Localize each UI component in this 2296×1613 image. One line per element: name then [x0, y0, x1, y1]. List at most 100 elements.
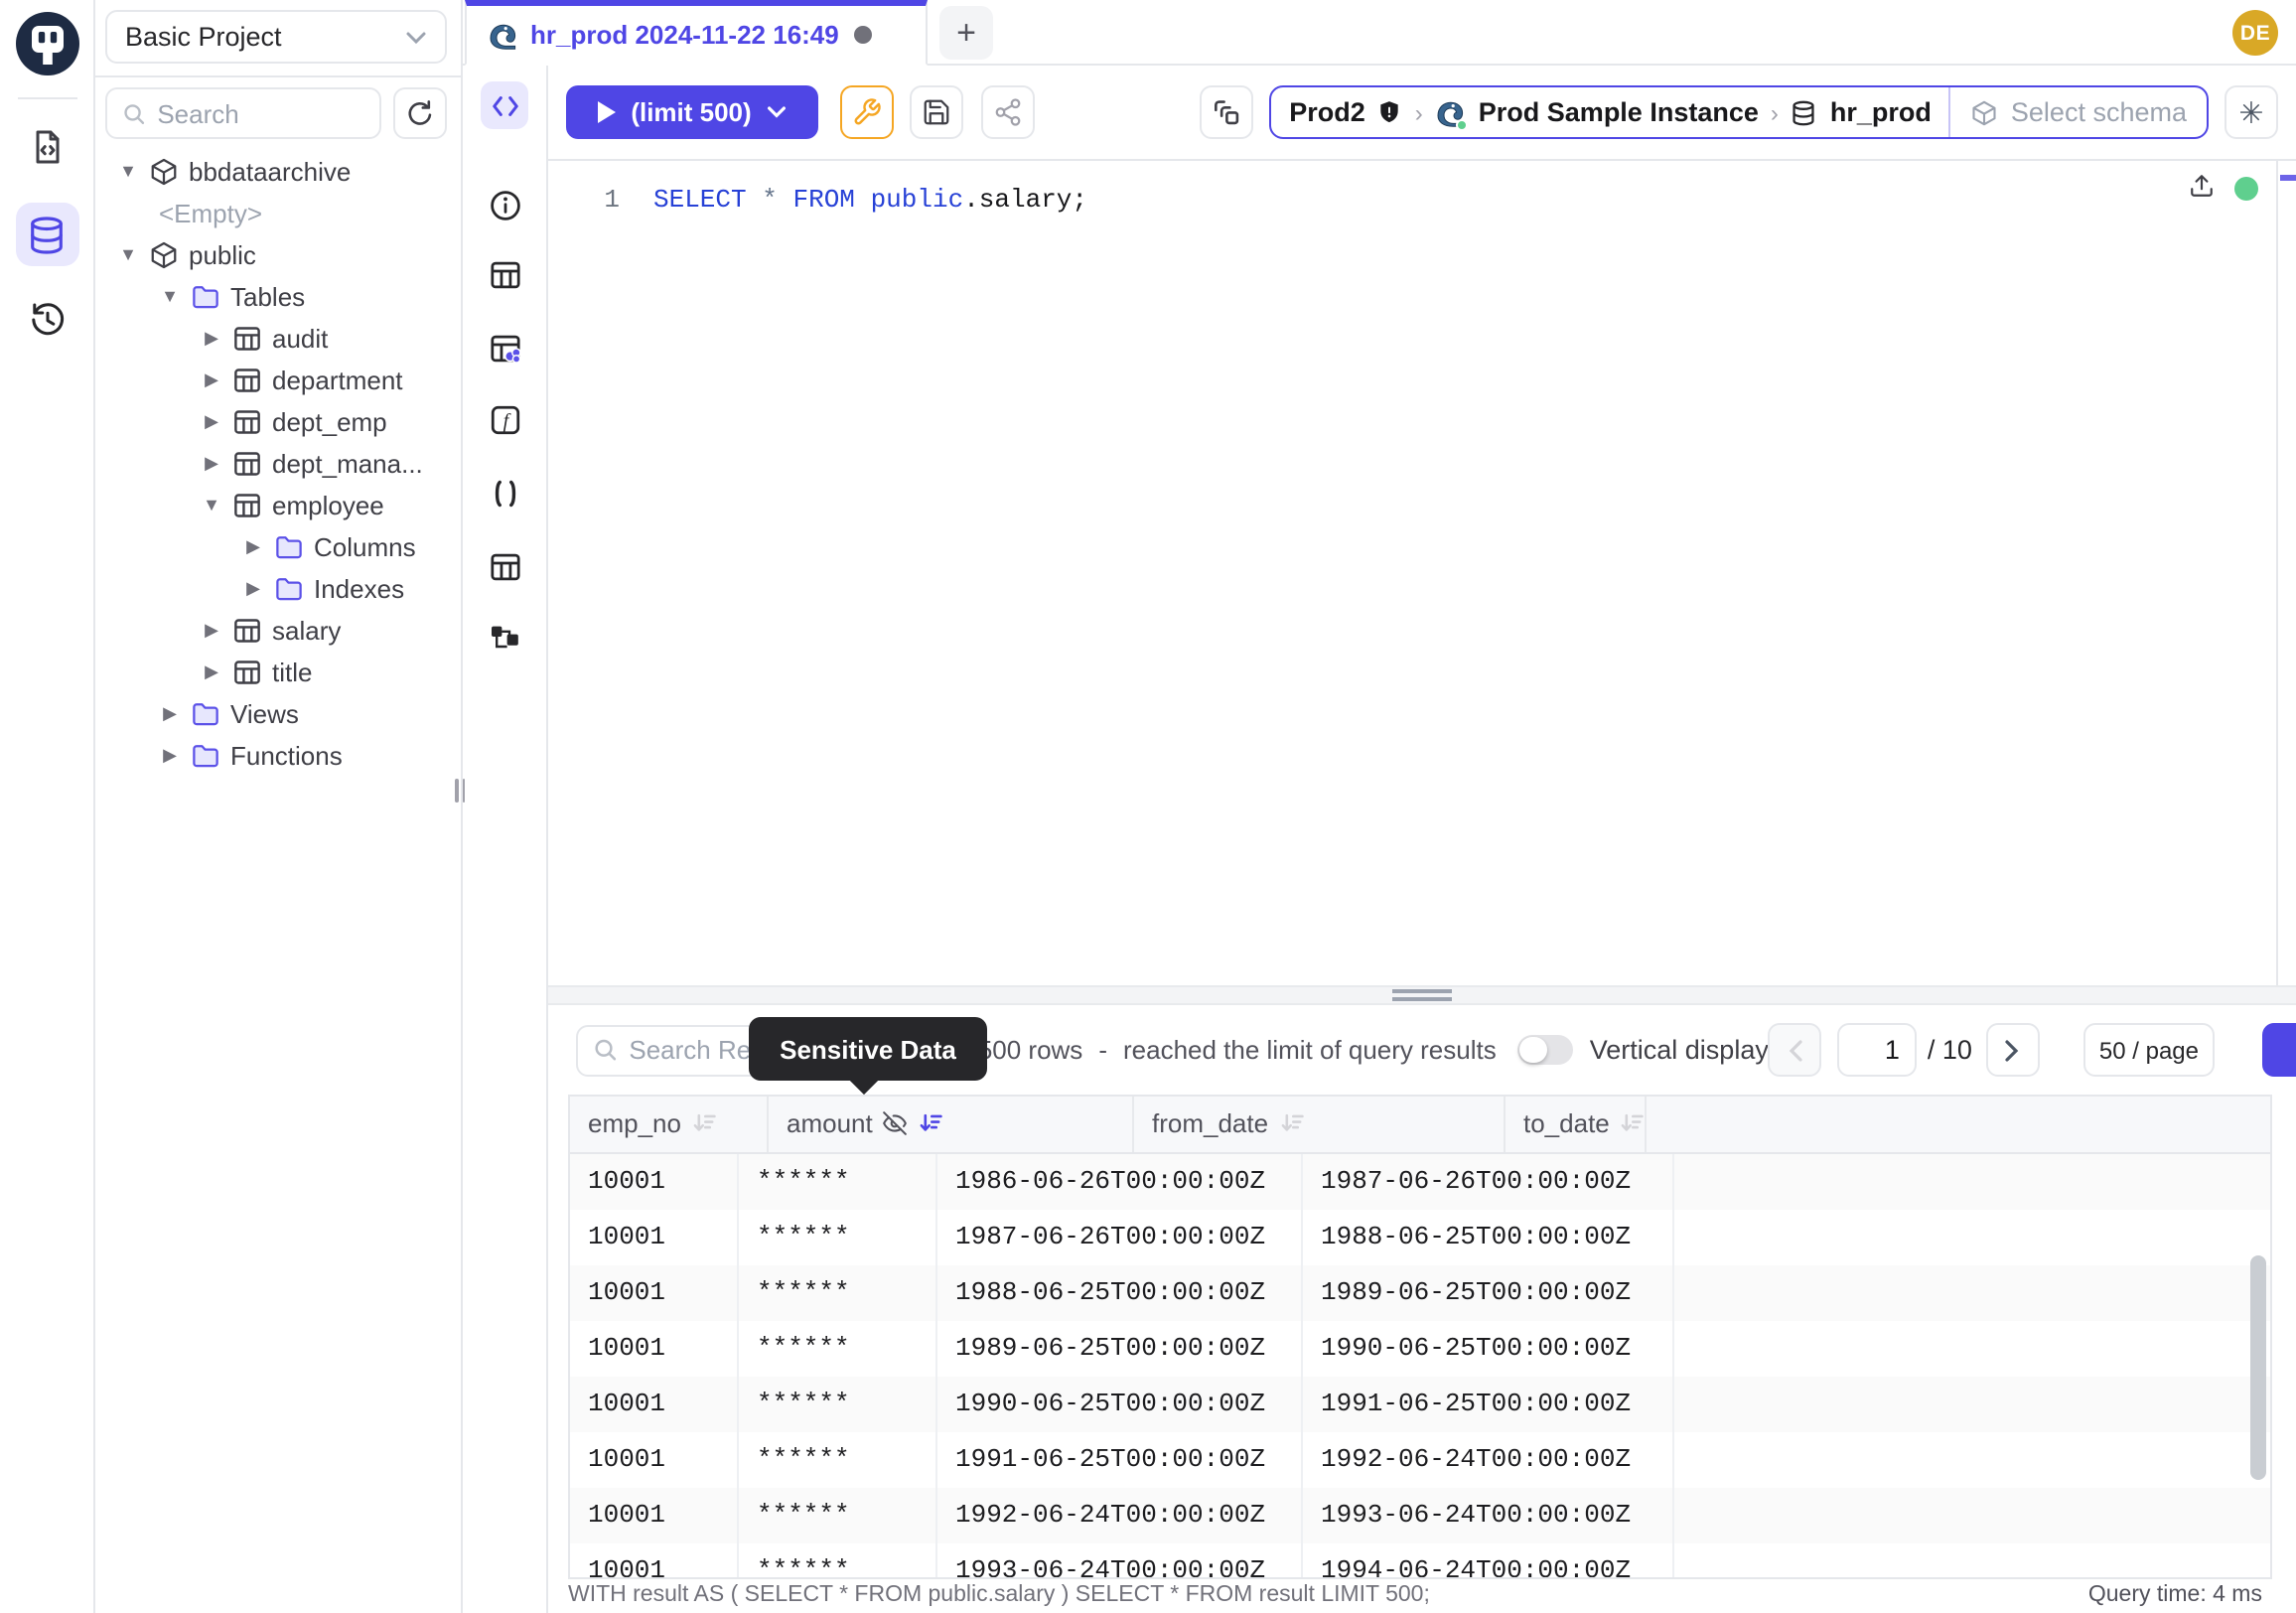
- tree-item[interactable]: ▼▶ <Empty>: [95, 193, 461, 234]
- tree-item[interactable]: ▼▶ dept_mana...: [95, 443, 461, 485]
- panel-resize-handle[interactable]: [548, 985, 2296, 1005]
- cell-to-date[interactable]: 1991-06-25T00:00:00Z: [1303, 1376, 1674, 1431]
- cell-from-date[interactable]: 1992-06-24T00:00:00Z: [937, 1487, 1303, 1542]
- save-button[interactable]: [910, 85, 963, 139]
- cell-amount[interactable]: ******: [739, 1209, 937, 1264]
- table-row[interactable]: 10001 ****** 1988-06-25T00:00:00Z 1989-0…: [570, 1264, 2270, 1320]
- tree-item[interactable]: ▼▶ dept_emp: [95, 401, 461, 443]
- sidebar-resize-handle[interactable]: [455, 779, 469, 806]
- info-icon[interactable]: [481, 181, 528, 228]
- tree-item[interactable]: ▼▶ Functions: [95, 735, 461, 777]
- batch-query-button[interactable]: [1200, 85, 1253, 139]
- page-number-input[interactable]: [1838, 1023, 1918, 1077]
- table-row[interactable]: 10001 ****** 1987-06-26T00:00:00Z 1988-0…: [570, 1209, 2270, 1264]
- column-header[interactable]: amount: [769, 1097, 1134, 1151]
- cell-emp-no[interactable]: 10001: [570, 1542, 739, 1579]
- cell-from-date[interactable]: 1988-06-25T00:00:00Z: [937, 1264, 1303, 1320]
- table-row[interactable]: 10001 ****** 1989-06-25T00:00:00Z 1990-0…: [570, 1320, 2270, 1376]
- tree-item[interactable]: ▼▶ Columns: [95, 526, 461, 568]
- cell-amount[interactable]: ******: [739, 1376, 937, 1431]
- cell-amount[interactable]: ******: [739, 1153, 937, 1209]
- function-icon[interactable]: f: [481, 395, 528, 443]
- table-row[interactable]: 10001 ****** 1990-06-25T00:00:00Z 1991-0…: [570, 1376, 2270, 1431]
- table-row[interactable]: 10001 ****** 1992-06-24T00:00:00Z 1993-0…: [570, 1487, 2270, 1542]
- ai-assistant-button[interactable]: ✳: [2224, 85, 2278, 139]
- next-page-button[interactable]: [1986, 1023, 2040, 1077]
- tree-item[interactable]: ▼▶ Indexes: [95, 568, 461, 610]
- sort-icon[interactable]: [1620, 1111, 1646, 1137]
- export-button[interactable]: [2262, 1023, 2296, 1077]
- vertical-display-toggle[interactable]: [1518, 1035, 1574, 1066]
- column-header[interactable]: emp_no: [570, 1097, 769, 1151]
- sql-file-icon[interactable]: [15, 115, 78, 179]
- cell-to-date[interactable]: 1993-06-24T00:00:00Z: [1303, 1487, 1674, 1542]
- cell-emp-no[interactable]: 10001: [570, 1376, 739, 1431]
- select-schema-button[interactable]: Select schema: [1949, 87, 2207, 137]
- sidebar-search-input[interactable]: [157, 98, 363, 128]
- refresh-button[interactable]: [393, 87, 447, 139]
- cell-from-date[interactable]: 1991-06-25T00:00:00Z: [937, 1431, 1303, 1487]
- table-row[interactable]: 10001 ****** 1991-06-25T00:00:00Z 1992-0…: [570, 1431, 2270, 1487]
- connection-selector[interactable]: Prod2 › Prod Sample Instance › hr_prod: [1271, 87, 1949, 137]
- schema-diagram-icon[interactable]: [481, 614, 528, 661]
- avatar[interactable]: DE: [2232, 10, 2278, 56]
- sidebar-search[interactable]: [105, 87, 381, 139]
- cell-from-date[interactable]: 1987-06-26T00:00:00Z: [937, 1209, 1303, 1264]
- column-header[interactable]: to_date: [1506, 1097, 1648, 1151]
- cell-to-date[interactable]: 1994-06-24T00:00:00Z: [1303, 1542, 1674, 1579]
- table-row[interactable]: 10001 ****** 1993-06-24T00:00:00Z 1994-0…: [570, 1542, 2270, 1579]
- tree-item[interactable]: ▼▶ bbdataarchive: [95, 151, 461, 193]
- prev-page-button[interactable]: [1769, 1023, 1822, 1077]
- table-detail-icon[interactable]: [481, 250, 528, 298]
- add-tab-button[interactable]: +: [939, 6, 993, 60]
- table-row[interactable]: 10001 ****** 1986-06-26T00:00:00Z 1987-0…: [570, 1153, 2270, 1209]
- upload-icon[interactable]: [2189, 173, 2215, 199]
- page-size-select[interactable]: 50 / page: [2083, 1023, 2215, 1077]
- cell-emp-no[interactable]: 10001: [570, 1153, 739, 1209]
- cell-amount[interactable]: ******: [739, 1487, 937, 1542]
- cell-to-date[interactable]: 1988-06-25T00:00:00Z: [1303, 1209, 1674, 1264]
- tree-item[interactable]: ▼▶ public: [95, 234, 461, 276]
- cell-to-date[interactable]: 1987-06-26T00:00:00Z: [1303, 1153, 1674, 1209]
- cell-to-date[interactable]: 1992-06-24T00:00:00Z: [1303, 1431, 1674, 1487]
- parameters-icon[interactable]: [481, 469, 528, 516]
- cell-from-date[interactable]: 1989-06-25T00:00:00Z: [937, 1320, 1303, 1376]
- cell-emp-no[interactable]: 10001: [570, 1264, 739, 1320]
- tab-hr-prod[interactable]: hr_prod 2024-11-22 16:49: [465, 0, 928, 66]
- table-scrollbar-thumb[interactable]: [2250, 1255, 2266, 1480]
- cell-amount[interactable]: ******: [739, 1542, 937, 1579]
- tree-item[interactable]: ▼▶ title: [95, 652, 461, 693]
- tree-item[interactable]: ▼▶ Views: [95, 693, 461, 735]
- cell-from-date[interactable]: 1993-06-24T00:00:00Z: [937, 1542, 1303, 1579]
- tree-item[interactable]: ▼▶ salary: [95, 610, 461, 652]
- editor-minimap[interactable]: [2276, 161, 2296, 985]
- sql-editor[interactable]: 1 SELECT * FROM public.salary;: [548, 161, 2296, 985]
- sort-icon[interactable]: [1278, 1111, 1304, 1137]
- cell-emp-no[interactable]: 10001: [570, 1487, 739, 1542]
- code-editor-icon[interactable]: [481, 81, 528, 129]
- cell-emp-no[interactable]: 10001: [570, 1320, 739, 1376]
- database-icon[interactable]: [15, 203, 78, 266]
- tree-item[interactable]: ▼▶ department: [95, 360, 461, 401]
- cell-to-date[interactable]: 1989-06-25T00:00:00Z: [1303, 1264, 1674, 1320]
- cell-to-date[interactable]: 1990-06-25T00:00:00Z: [1303, 1320, 1674, 1376]
- cell-amount[interactable]: ******: [739, 1264, 937, 1320]
- tree-item[interactable]: ▼▶ employee: [95, 485, 461, 526]
- cell-emp-no[interactable]: 10001: [570, 1209, 739, 1264]
- cell-amount[interactable]: ******: [739, 1320, 937, 1376]
- sort-icon[interactable]: [919, 1111, 944, 1137]
- share-button[interactable]: [981, 85, 1035, 139]
- run-query-button[interactable]: (limit 500): [566, 85, 818, 139]
- cell-amount[interactable]: ******: [739, 1431, 937, 1487]
- history-icon[interactable]: [15, 288, 78, 352]
- cell-from-date[interactable]: 1986-06-26T00:00:00Z: [937, 1153, 1303, 1209]
- cell-from-date[interactable]: 1990-06-25T00:00:00Z: [937, 1376, 1303, 1431]
- column-header[interactable]: from_date: [1134, 1097, 1506, 1151]
- sensitive-data-icon[interactable]: [481, 324, 528, 371]
- tree-item[interactable]: ▼▶ Tables: [95, 276, 461, 318]
- table-data-icon[interactable]: [481, 542, 528, 590]
- project-select[interactable]: Basic Project: [105, 10, 447, 64]
- cell-emp-no[interactable]: 10001: [570, 1431, 739, 1487]
- format-wrench-button[interactable]: [840, 85, 894, 139]
- sort-icon[interactable]: [691, 1111, 717, 1137]
